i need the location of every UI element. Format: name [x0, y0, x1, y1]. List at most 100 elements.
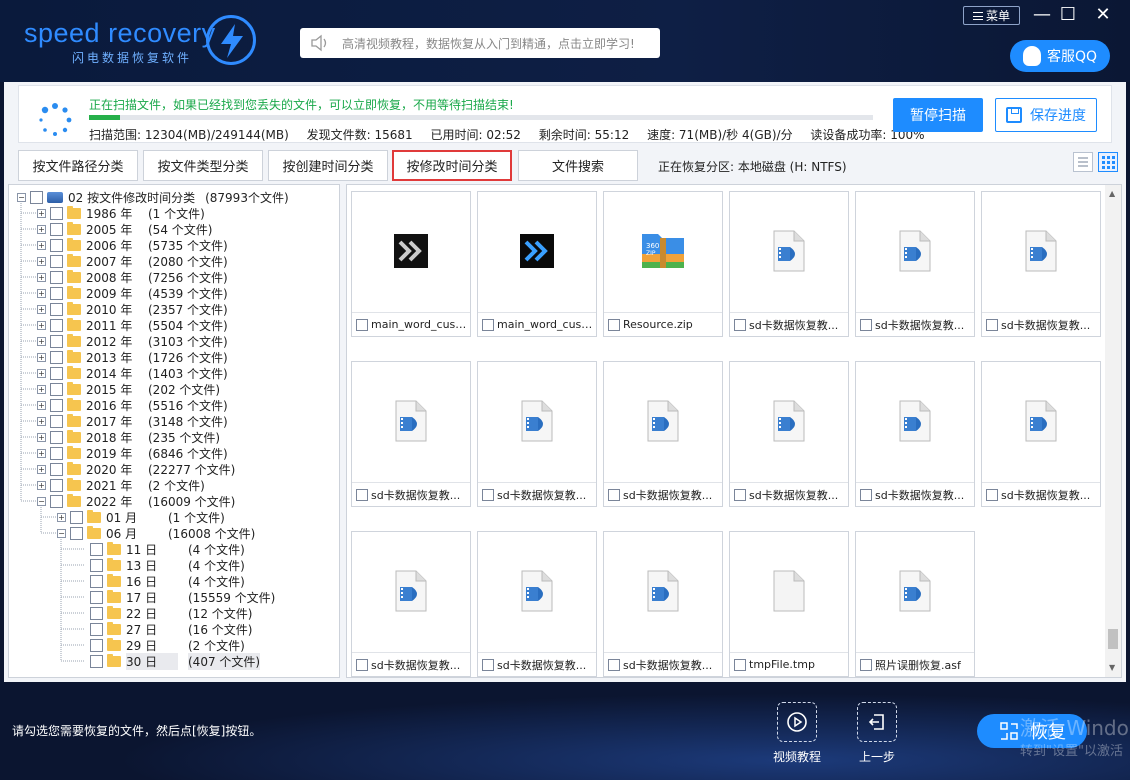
tree-item[interactable]: +1986 年 (1 个文件) — [37, 205, 205, 221]
file-checkbox[interactable] — [860, 658, 872, 671]
tree-checkbox[interactable] — [90, 558, 103, 572]
back-button[interactable] — [857, 702, 897, 742]
tree-item[interactable]: +2010 年 (2357 个文件) — [37, 301, 228, 317]
tree-checkbox[interactable] — [30, 190, 43, 204]
tree-item[interactable]: +2008 年 (7256 个文件) — [37, 269, 228, 285]
expand-toggle-icon[interactable]: + — [37, 208, 46, 218]
file-card[interactable]: tmpFile.tmp — [729, 531, 849, 677]
file-card[interactable]: sd卡数据恢复教... — [729, 191, 849, 337]
tree-item[interactable]: +2014 年 (1403 个文件) — [37, 365, 228, 381]
expand-toggle-icon[interactable]: + — [57, 512, 66, 522]
tree-checkbox[interactable] — [50, 398, 63, 412]
tree-checkbox[interactable] — [50, 270, 63, 284]
tree-item[interactable]: 29 日 (2 个文件) — [77, 637, 245, 653]
tree-item[interactable]: 17 日 (15559 个文件) — [77, 589, 275, 605]
tree-item[interactable]: +2016 年 (5516 个文件) — [37, 397, 228, 413]
tree-item[interactable]: +2006 年 (5735 个文件) — [37, 237, 228, 253]
tree-checkbox[interactable] — [50, 334, 63, 348]
file-checkbox[interactable] — [608, 658, 620, 671]
tree-checkbox[interactable] — [90, 622, 103, 636]
qq-support-button[interactable]: 客服QQ — [1010, 40, 1110, 72]
tree-item[interactable]: 30 日 (407 个文件) — [77, 652, 261, 670]
file-card[interactable]: sd卡数据恢复教... — [981, 191, 1101, 337]
expand-toggle-icon[interactable]: + — [37, 272, 46, 282]
tree-item[interactable]: +2015 年 (202 个文件) — [37, 381, 220, 397]
file-checkbox[interactable] — [356, 658, 368, 671]
close-icon[interactable]: ✕ — [1093, 5, 1113, 25]
tree-item[interactable]: +2005 年 (54 个文件) — [37, 221, 212, 237]
file-checkbox[interactable] — [986, 488, 998, 501]
tree-checkbox[interactable] — [50, 238, 63, 252]
tree-checkbox[interactable] — [90, 654, 103, 668]
expand-toggle-icon[interactable]: + — [37, 400, 46, 410]
file-checkbox[interactable] — [608, 488, 620, 501]
grid-view-icon[interactable] — [1098, 152, 1118, 172]
tutorial-search-box[interactable]: 高清视频教程，数据恢复从入门到精通，点击立即学习! — [300, 28, 660, 58]
tree-checkbox[interactable] — [50, 446, 63, 460]
file-checkbox[interactable] — [356, 488, 368, 501]
file-checkbox[interactable] — [986, 318, 998, 331]
tree-item[interactable]: +2013 年 (1726 个文件) — [37, 349, 228, 365]
tree-checkbox[interactable] — [50, 382, 63, 396]
tree-item[interactable]: +2012 年 (3103 个文件) — [37, 333, 228, 349]
file-card[interactable]: 360 ZIP Resource.zip — [603, 191, 723, 337]
tab-by-type[interactable]: 按文件类型分类 — [143, 150, 263, 181]
expand-toggle-icon[interactable]: − — [57, 528, 66, 538]
file-checkbox[interactable] — [734, 318, 746, 331]
tree-checkbox[interactable] — [90, 542, 103, 556]
tree-checkbox[interactable] — [50, 302, 63, 316]
file-card[interactable]: sd卡数据恢复教... — [729, 361, 849, 507]
tree-item[interactable]: +2020 年 (22277 个文件) — [37, 461, 235, 477]
file-checkbox[interactable] — [482, 488, 494, 501]
scroll-up-icon[interactable]: ▲ — [1109, 189, 1115, 198]
file-checkbox[interactable] — [608, 318, 620, 331]
tree-item[interactable]: +2021 年 (2 个文件) — [37, 477, 205, 493]
tree-item[interactable]: 27 日 (16 个文件) — [77, 621, 252, 637]
file-card[interactable]: 照片误删恢复.asf — [855, 531, 975, 677]
expand-toggle-icon[interactable]: + — [37, 240, 46, 250]
tree-checkbox[interactable] — [50, 494, 63, 508]
maximize-icon[interactable]: ☐ — [1058, 5, 1078, 25]
tree-item[interactable]: 13 日 (4 个文件) — [77, 557, 245, 573]
expand-toggle-icon[interactable]: + — [37, 304, 46, 314]
file-card[interactable]: sd卡数据恢复教... — [351, 361, 471, 507]
file-checkbox[interactable] — [860, 488, 872, 501]
tab-file-search[interactable]: 文件搜索 — [518, 150, 638, 181]
expand-toggle-icon[interactable]: + — [37, 480, 46, 490]
tab-by-created-time[interactable]: 按创建时间分类 — [268, 150, 388, 181]
file-card[interactable]: sd卡数据恢复教... — [351, 531, 471, 677]
file-checkbox[interactable] — [356, 318, 368, 331]
tree-checkbox[interactable] — [50, 430, 63, 444]
expand-toggle-icon[interactable]: + — [37, 320, 46, 330]
tree-item[interactable]: − 2022 年 (16009 个文件) — [37, 493, 235, 509]
tree-item[interactable]: +01 月 (1 个文件) — [57, 509, 225, 525]
tree-item[interactable]: − 06 月 (16008 个文件) — [57, 525, 255, 541]
tree-item[interactable]: +2018 年 (235 个文件) — [37, 429, 220, 445]
scroll-down-icon[interactable]: ▼ — [1109, 663, 1115, 672]
file-card[interactable]: sd卡数据恢复教... — [855, 191, 975, 337]
menu-button[interactable]: 菜单 — [963, 6, 1020, 25]
file-checkbox[interactable] — [734, 658, 746, 671]
expand-toggle-icon[interactable]: + — [37, 224, 46, 234]
tree-checkbox[interactable] — [90, 638, 103, 652]
file-card[interactable]: sd卡数据恢复教... — [981, 361, 1101, 507]
tree-item[interactable]: +2019 年 (6846 个文件) — [37, 445, 228, 461]
file-card[interactable]: sd卡数据恢复教... — [477, 531, 597, 677]
tree-checkbox[interactable] — [50, 318, 63, 332]
tree-item[interactable]: +2017 年 (3148 个文件) — [37, 413, 228, 429]
tree-item[interactable]: 11 日 (4 个文件) — [77, 541, 245, 557]
tree-item[interactable]: 16 日 (4 个文件) — [77, 573, 245, 589]
tree-item[interactable]: +2007 年 (2080 个文件) — [37, 253, 228, 269]
expand-toggle-icon[interactable]: + — [37, 464, 46, 474]
expand-toggle-icon[interactable]: − — [37, 496, 46, 506]
scroll-thumb[interactable] — [1108, 629, 1118, 649]
file-card[interactable]: main_word_custo... — [477, 191, 597, 337]
tab-by-path[interactable]: 按文件路径分类 — [18, 150, 138, 181]
grid-scrollbar[interactable]: ▲ ▼ — [1105, 185, 1121, 677]
file-card[interactable]: sd卡数据恢复教... — [855, 361, 975, 507]
tree-item[interactable]: +2011 年 (5504 个文件) — [37, 317, 228, 333]
file-checkbox[interactable] — [860, 318, 872, 331]
tree-checkbox[interactable] — [50, 222, 63, 236]
expand-toggle-icon[interactable]: + — [37, 352, 46, 362]
tree-item[interactable]: +2009 年 (4539 个文件) — [37, 285, 228, 301]
